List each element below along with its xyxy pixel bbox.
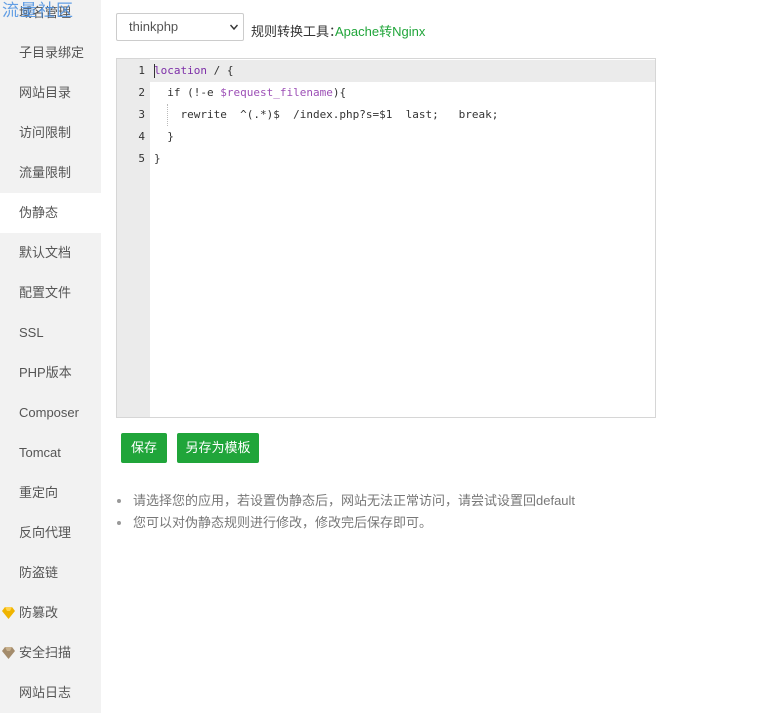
line-number: 4 xyxy=(138,130,145,143)
sidebar-item-tomcat[interactable]: Tomcat xyxy=(0,433,101,473)
sidebar-item-composer[interactable]: Composer xyxy=(0,393,101,433)
tip-text: 您可以对伪静态规则进行修改，修改完后保存即可。 xyxy=(133,515,433,530)
sidebar-item-label: 访问限制 xyxy=(19,125,72,140)
tips-list: 请选择您的应用，若设置伪静态后，网站无法正常访问，请尝试设置回default 您… xyxy=(117,491,575,535)
line-number: 2 xyxy=(138,86,145,99)
sidebar-item-label: 默认文档 xyxy=(19,245,72,260)
sidebar-item-hotlink[interactable]: 防盗链 xyxy=(0,553,101,593)
code-line: rewrite ^(.*)$ /index.php?s=$1 last; bre… xyxy=(154,108,499,121)
sidebar-item-label: 网站目录 xyxy=(19,85,72,100)
sidebar: 域名管理 子目录绑定 网站目录 访问限制 流量限制 伪静态 默认文档 配置文件 … xyxy=(0,0,101,713)
code-line: if (!-e $request_filename){ xyxy=(154,86,347,99)
line-number: 3 xyxy=(138,108,145,121)
code-line: } xyxy=(154,130,174,143)
sidebar-item-rewrite[interactable]: 伪静态 xyxy=(0,193,101,233)
save-as-template-button[interactable]: 另存为模板 xyxy=(177,433,259,463)
code-editor[interactable]: 1 2 3 4 5 location / { if (!-e $request_… xyxy=(116,58,656,418)
sidebar-item-site-log[interactable]: 网站日志 xyxy=(0,673,101,713)
chevron-down-icon xyxy=(230,24,238,31)
sidebar-item-php-version[interactable]: PHP版本 xyxy=(0,353,101,393)
line-number: 1 xyxy=(138,64,145,77)
sidebar-item-label: PHP版本 xyxy=(19,365,72,380)
sidebar-item-label: 网站日志 xyxy=(19,685,72,700)
sidebar-item-label: 反向代理 xyxy=(19,525,72,540)
sidebar-item-label: 防篡改 xyxy=(19,605,59,620)
bullet-icon xyxy=(117,499,121,503)
save-button[interactable]: 保存 xyxy=(121,433,167,463)
rule-convert-label: 规则转换工具： xyxy=(251,24,343,39)
sidebar-item-label: 配置文件 xyxy=(19,285,72,300)
tip-text: 请选择您的应用，若设置伪静态后，网站无法正常访问，请尝试设置回default xyxy=(133,493,576,508)
sidebar-item-subdir[interactable]: 子目录绑定 xyxy=(0,33,101,73)
sidebar-item-label: 防盗链 xyxy=(19,565,59,580)
rule-template-select[interactable]: thinkphp xyxy=(116,13,244,41)
list-item: 请选择您的应用，若设置伪静态后，网站无法正常访问，请尝试设置回default xyxy=(117,491,575,513)
sidebar-item-label: 伪静态 xyxy=(19,205,59,220)
sidebar-item-label: 子目录绑定 xyxy=(19,45,85,60)
code-line: location / { xyxy=(154,64,234,77)
sidebar-item-label: Composer xyxy=(19,405,79,420)
sidebar-item-label: 安全扫描 xyxy=(19,645,72,660)
rule-template-value: thinkphp xyxy=(129,19,179,34)
sidebar-item-label: Tomcat xyxy=(19,445,61,460)
sidebar-item-ssl[interactable]: SSL xyxy=(0,313,101,353)
sidebar-item-label: SSL xyxy=(19,325,44,340)
sidebar-item-default-doc[interactable]: 默认文档 xyxy=(0,233,101,273)
sidebar-item-site-dir[interactable]: 网站目录 xyxy=(0,73,101,113)
apache-to-nginx-link[interactable]: Apache转Nginx xyxy=(335,21,425,40)
list-item: 您可以对伪静态规则进行修改，修改完后保存即可。 xyxy=(117,513,575,535)
text-cursor xyxy=(154,64,155,78)
gold-gem-icon xyxy=(2,607,15,619)
sidebar-item-label: 流量限制 xyxy=(19,165,72,180)
sidebar-item-redirect[interactable]: 重定向 xyxy=(0,473,101,513)
sidebar-item-security-scan[interactable]: 安全扫描 xyxy=(0,633,101,673)
watermark: 流量社区 xyxy=(2,1,74,20)
line-number: 5 xyxy=(138,152,145,165)
code-line: } xyxy=(154,152,161,165)
sidebar-item-tamper-proof[interactable]: 防篡改 xyxy=(0,593,101,633)
sidebar-item-config-file[interactable]: 配置文件 xyxy=(0,273,101,313)
sidebar-item-traffic-limit[interactable]: 流量限制 xyxy=(0,153,101,193)
bullet-icon xyxy=(117,521,121,525)
sidebar-item-reverse-proxy[interactable]: 反向代理 xyxy=(0,513,101,553)
sidebar-item-label: 重定向 xyxy=(19,485,59,500)
bronze-gem-icon xyxy=(2,647,15,659)
sidebar-item-access-limit[interactable]: 访问限制 xyxy=(0,113,101,153)
